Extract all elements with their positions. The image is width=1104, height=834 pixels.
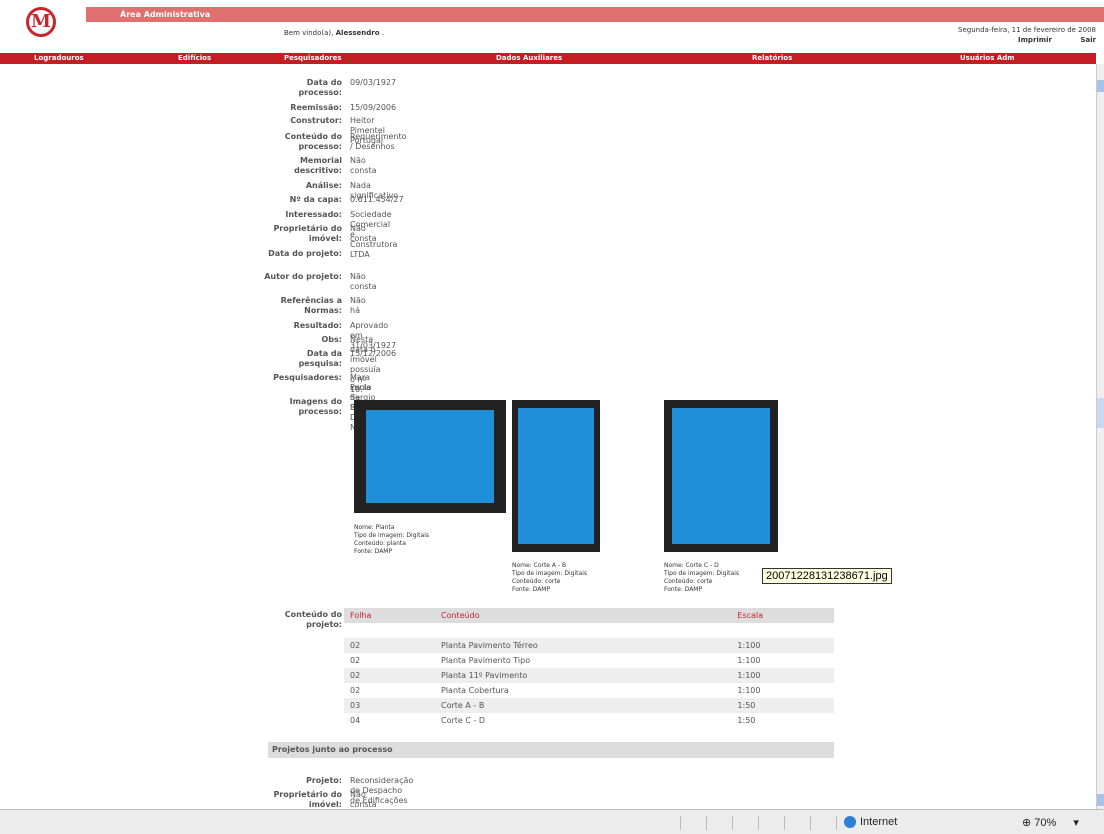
field-label: Conteúdo do processo: bbox=[284, 132, 342, 151]
table-row: 02 Planta Cobertura 1:100 bbox=[350, 686, 761, 695]
field-label: Resultado: bbox=[293, 321, 342, 330]
image-caption: Nome: Corte A - B Tipo de imagem: Digita… bbox=[512, 562, 587, 593]
field-label: Construtor: bbox=[290, 116, 342, 125]
field-value: Não há bbox=[350, 296, 366, 315]
menu-item-relatorios[interactable]: Relatórios bbox=[752, 53, 792, 64]
table-header-row: Folha Conteúdo Escala bbox=[344, 608, 834, 623]
image-corte-cd-thumbnail[interactable] bbox=[664, 400, 778, 552]
field-label: Autor do projeto: bbox=[264, 272, 342, 281]
menu-item-logradouros[interactable]: Logradouros bbox=[34, 53, 84, 64]
table-row: 03 Corte A - B 1:50 bbox=[344, 698, 834, 713]
field-value: 15/09/2006 bbox=[350, 103, 397, 112]
admin-title-band: Área Administrativa bbox=[86, 7, 1104, 22]
table-row: 02 Planta Pavimento Tipo 1:100 bbox=[350, 656, 761, 665]
field-label: Projeto: bbox=[306, 776, 342, 785]
scroll-thumb[interactable] bbox=[1097, 398, 1104, 428]
column-header: Folha bbox=[344, 608, 435, 623]
vertical-scrollbar[interactable] bbox=[1096, 64, 1104, 809]
table-row: 02 Planta Pavimento Térreo 1:100 bbox=[344, 638, 834, 653]
logout-link[interactable]: Sair bbox=[1080, 36, 1096, 44]
field-value: Não consta bbox=[350, 272, 377, 291]
browser-statusbar: Internet ⊕ 70% ▾ bbox=[0, 809, 1104, 834]
image-filename-tooltip: 20071228131238671.jpg bbox=[762, 568, 892, 584]
top-links: Imprimir Sair bbox=[992, 36, 1096, 44]
field-value: Não consta bbox=[350, 156, 377, 175]
scroll-down-icon[interactable] bbox=[1097, 794, 1104, 806]
security-zone[interactable]: Internet bbox=[844, 816, 897, 829]
globe-icon bbox=[844, 816, 856, 829]
table-spacer-row bbox=[344, 623, 834, 638]
zoom-level[interactable]: ⊕ 70% ▾ bbox=[1022, 816, 1079, 829]
field-label: Conteúdo do projeto: bbox=[284, 610, 342, 629]
welcome-message: Bem vindo(a), Alessendro . bbox=[284, 29, 384, 37]
zoom-icon: ⊕ bbox=[1022, 817, 1032, 829]
field-label: Data do projeto: bbox=[268, 249, 342, 258]
chevron-down-icon[interactable]: ▾ bbox=[1073, 817, 1079, 829]
project-content-table: Folha Conteúdo Escala 02 Planta Paviment… bbox=[344, 608, 834, 728]
field-label: Proprietário do imóvel: bbox=[273, 224, 342, 243]
main-content: Data do processo: 09/03/1927 Reemissão: … bbox=[0, 64, 1096, 809]
print-link[interactable]: Imprimir bbox=[1018, 36, 1052, 44]
image-planta-thumbnail[interactable] bbox=[354, 400, 506, 513]
field-label: Memorial descritivo: bbox=[294, 156, 342, 175]
field-label: Nº da capa: bbox=[289, 195, 342, 204]
user-name: Alessendro bbox=[335, 29, 380, 37]
field-value: 15/12/2006 bbox=[350, 349, 397, 358]
field-label: Interessado: bbox=[285, 210, 342, 219]
field-label: Pesquisadores: bbox=[273, 373, 342, 382]
field-value: Requerimento / Desenhos bbox=[350, 132, 407, 151]
field-label: Reemissão: bbox=[290, 103, 342, 112]
field-label: Referências a Normas: bbox=[280, 296, 342, 315]
related-projects-header: Projetos junto ao processo bbox=[268, 742, 834, 758]
field-label: Proprietário do imóvel: bbox=[273, 790, 342, 809]
menu-item-usuarios-adm[interactable]: Usuários Adm bbox=[960, 53, 1015, 64]
field-label: Imagens do processo: bbox=[289, 397, 342, 416]
image-caption: Nome: Planta Tipo de imagem: Digitais Co… bbox=[354, 524, 429, 555]
field-label: Obs: bbox=[321, 335, 343, 344]
field-value: Não consta bbox=[350, 224, 377, 243]
image-caption: Nome: Corte C - D Tipo de imagem: Digita… bbox=[664, 562, 739, 593]
image-corte-ab-thumbnail[interactable] bbox=[512, 400, 600, 552]
admin-title: Área Administrativa bbox=[120, 10, 211, 19]
field-value: Não consta bbox=[350, 790, 377, 809]
logo-icon[interactable]: M bbox=[26, 7, 56, 37]
main-menu: Logradouros Edifícios Pesquisadores Dado… bbox=[0, 53, 1096, 64]
current-date: Segunda-feira, 11 de fevereiro de 2008 bbox=[958, 26, 1096, 34]
table-row: 02 Planta 11º Pavimento 1:100 bbox=[344, 668, 834, 683]
column-header: Conteúdo bbox=[435, 608, 732, 623]
field-value: 09/03/1927 bbox=[350, 78, 397, 87]
field-label: Data do processo: bbox=[298, 78, 342, 97]
menu-item-pesquisadores[interactable]: Pesquisadores bbox=[284, 53, 342, 64]
menu-item-dados-auxiliares[interactable]: Dados Auxiliares bbox=[496, 53, 562, 64]
field-label: Análise: bbox=[305, 181, 342, 190]
table-row: 04 Corte C - D 1:50 bbox=[350, 716, 756, 725]
field-value: 0.011.454/27 bbox=[350, 195, 404, 204]
column-header: Escala bbox=[731, 608, 834, 623]
page-header: M Área Administrativa Bem vindo(a), Ales… bbox=[0, 0, 1104, 46]
field-label: Data da pesquisa: bbox=[298, 349, 342, 368]
scroll-up-icon[interactable] bbox=[1097, 80, 1104, 92]
menu-item-edificios[interactable]: Edifícios bbox=[178, 53, 211, 64]
